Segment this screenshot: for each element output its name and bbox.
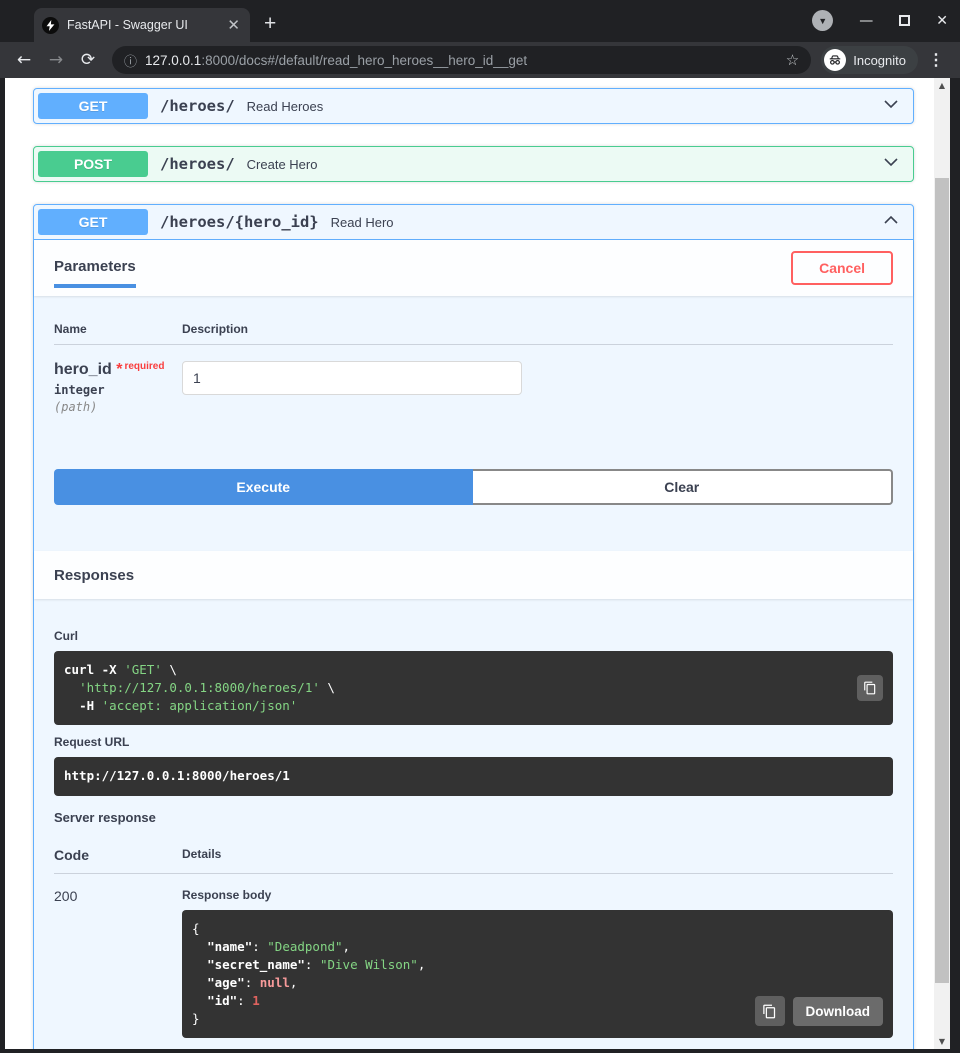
parameter-location: (path) [54,400,98,414]
back-button[interactable]: ← [10,50,38,70]
parameters-table: Name Description hero_id * required integ… [34,296,913,449]
opblock-get-heroes: GET /heroes/ Read Heroes [33,88,914,124]
tab-search-icon[interactable]: ▼ [812,10,834,31]
status-code: 200 [54,887,78,904]
request-url-label: Request URL [54,735,130,750]
browser-toolbar: ← → ⟳ ⓘ 127.0.0.1 :8000/docs#/default/re… [0,42,960,78]
new-tab-button[interactable]: + [264,12,276,36]
curl-command-block: curl -X 'GET' \ 'http://127.0.0.1:8000/h… [54,651,893,726]
hero-id-input[interactable] [182,361,522,395]
copy-to-clipboard-icon[interactable] [754,996,785,1027]
op-summary: Create Hero [246,156,318,172]
required-label: required [124,361,165,372]
method-badge-get: GET [38,93,148,119]
curl-label: Curl [54,629,78,643]
response-body-label: Response body [182,887,272,902]
scrollbar-thumb[interactable] [935,178,949,983]
op-path: /heroes/{hero_id} [160,213,319,231]
window-maximize-button[interactable] [899,15,911,26]
tab-title: FastAPI - Swagger UI [67,18,188,32]
page-info-icon[interactable]: ⓘ [124,51,137,70]
column-header-description: Description [182,322,249,336]
parameters-section-header: Parameters Cancel [34,240,913,296]
parameter-name: hero_id [54,361,112,378]
opblock-get-hero-by-id-header[interactable]: GET /heroes/{hero_id} Read Hero [34,205,913,240]
curl-command-text: curl -X 'GET' \ 'http://127.0.0.1:8000/h… [64,662,335,714]
response-body-block: { "name": "Deadpond", "secret_name": "Di… [182,909,893,1039]
forward-button[interactable]: → [42,50,70,70]
window-minimize-button[interactable]: — [859,13,873,29]
window-close-button[interactable]: ✕ [936,13,948,29]
responses-title: Responses [54,566,135,584]
opblock-post-heroes-header[interactable]: POST /heroes/ Create Hero [34,147,913,181]
browser-tab[interactable]: FastAPI - Swagger UI ✕ [34,8,250,42]
tab-parameters[interactable]: Parameters [54,248,136,288]
tab-close-icon[interactable]: ✕ [225,18,242,33]
column-header-code: Code [54,846,89,863]
required-asterisk: * [111,361,123,378]
bookmark-star-icon[interactable]: ☆ [786,51,799,69]
request-url-value: http://127.0.0.1:8000/heroes/1 [64,768,290,784]
method-badge-get: GET [38,209,148,235]
active-tab-underline [54,284,136,288]
url-host: 127.0.0.1 [145,52,202,68]
chevron-down-icon[interactable] [881,94,901,119]
execute-button[interactable]: Execute [54,469,473,505]
browser-tab-bar: FastAPI - Swagger UI ✕ + ▼ — ✕ [0,0,960,42]
url-path: :8000/docs#/default/read_hero_heroes__he… [201,52,528,68]
incognito-label: Incognito [853,52,906,68]
cancel-button[interactable]: Cancel [791,251,893,285]
execute-wrapper: Execute Clear [34,449,913,551]
copy-to-clipboard-icon[interactable] [857,675,883,702]
page-scrollbar[interactable]: ▲ ▼ [934,78,950,1049]
swagger-page: GET /heroes/ Read Heroes POST /heroes/ C… [5,78,934,1049]
responses-inner: Curl curl -X 'GET' \ 'http://127.0.0.1:8… [34,599,913,1049]
method-badge-post: POST [38,151,148,177]
responses-section-header: Responses [34,551,913,599]
reload-button[interactable]: ⟳ [74,50,102,70]
download-button[interactable]: Download [792,996,883,1026]
server-response-title: Server response [54,809,156,825]
request-url-block: http://127.0.0.1:8000/heroes/1 [54,757,893,796]
response-row: 200 Response body { "name": "Deadpond", … [54,874,893,1050]
incognito-badge: Incognito [821,46,918,74]
op-summary: Read Heroes [246,98,324,114]
op-path: /heroes/ [160,97,235,115]
chevron-up-icon[interactable] [881,210,901,235]
chevron-down-icon[interactable] [881,152,901,177]
scrollbar-down-icon[interactable]: ▼ [934,1037,950,1046]
browser-menu-icon[interactable]: ⋮ [922,50,950,70]
fastapi-favicon-icon [42,16,59,34]
clear-button[interactable]: Clear [472,469,893,505]
opblock-get-hero-by-id: GET /heroes/{hero_id} Read Hero Paramete… [33,204,914,1049]
column-header-name: Name [54,322,87,336]
opblock-get-heroes-header[interactable]: GET /heroes/ Read Heroes [34,89,913,123]
incognito-icon [824,49,847,71]
parameter-type: integer [54,383,105,397]
url-bar[interactable]: ⓘ 127.0.0.1 :8000/docs#/default/read_her… [112,46,812,74]
scrollbar-up-icon[interactable]: ▲ [934,81,950,90]
parameter-row-hero-id: hero_id * required integer (path) [54,345,893,429]
op-summary: Read Hero [330,214,394,230]
opblock-post-heroes: POST /heroes/ Create Hero [33,146,914,182]
column-header-details: Details [182,846,222,861]
opblock-body: Parameters Cancel Name Description hero_… [34,240,913,1049]
op-path: /heroes/ [160,155,235,173]
